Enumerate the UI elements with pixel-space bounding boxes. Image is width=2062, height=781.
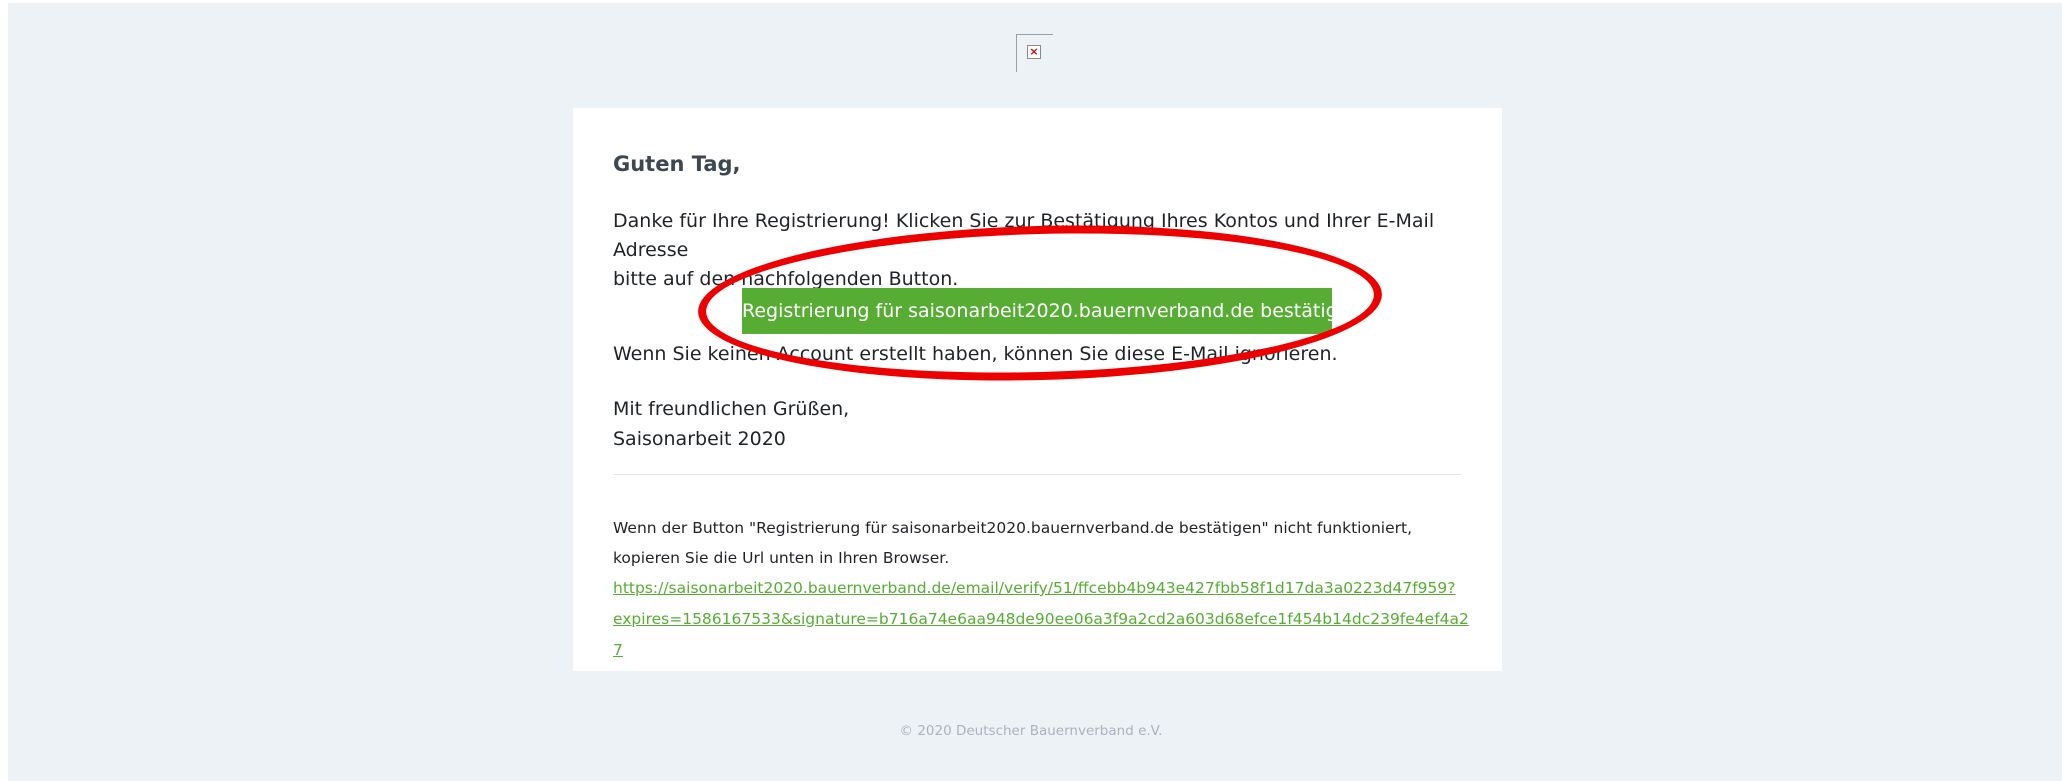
subcopy-line-1: Wenn der Button "Registrierung für saiso… (613, 519, 1412, 537)
verification-url-line-1: https://saisonarbeit2020.bauernverband.d… (613, 579, 1456, 597)
email-card: Guten Tag, Danke für Ihre Registrierung!… (573, 108, 1502, 671)
intro-paragraph: Danke für Ihre Registrierung! Klicken Si… (613, 207, 1473, 294)
broken-image-icon: × (1016, 34, 1053, 72)
verification-url-line-2: expires=1586167533&signature=b716a74e6aa… (613, 610, 1469, 659)
confirm-registration-button[interactable]: Registrierung für saisonarbeit2020.bauer… (742, 288, 1361, 334)
closing-signature: Mit freundlichen Grüßen, Saisonarbeit 20… (613, 394, 849, 454)
greeting-heading: Guten Tag, (613, 152, 741, 176)
footer-copyright: © 2020 Deutscher Bauernverband e.V. (899, 723, 1163, 739)
sender-name: Saisonarbeit 2020 (613, 428, 786, 450)
subcopy-instructions: Wenn der Button "Registrierung für saiso… (613, 513, 1412, 573)
subcopy-line-2: kopieren Sie die Url unten in Ihren Brow… (613, 549, 950, 567)
closing-salutation: Mit freundlichen Grüßen, (613, 398, 850, 420)
intro-line-2: bitte auf den nachfolgenden Button. (613, 268, 959, 290)
broken-image-glyph: × (1027, 45, 1041, 59)
divider (613, 474, 1461, 475)
verification-url-link[interactable]: https://saisonarbeit2020.bauernverband.d… (613, 573, 1473, 666)
intro-line-1: Danke für Ihre Registrierung! Klicken Si… (613, 210, 1435, 261)
ignore-notice: Wenn Sie keinen Account erstellt haben, … (613, 343, 1338, 365)
